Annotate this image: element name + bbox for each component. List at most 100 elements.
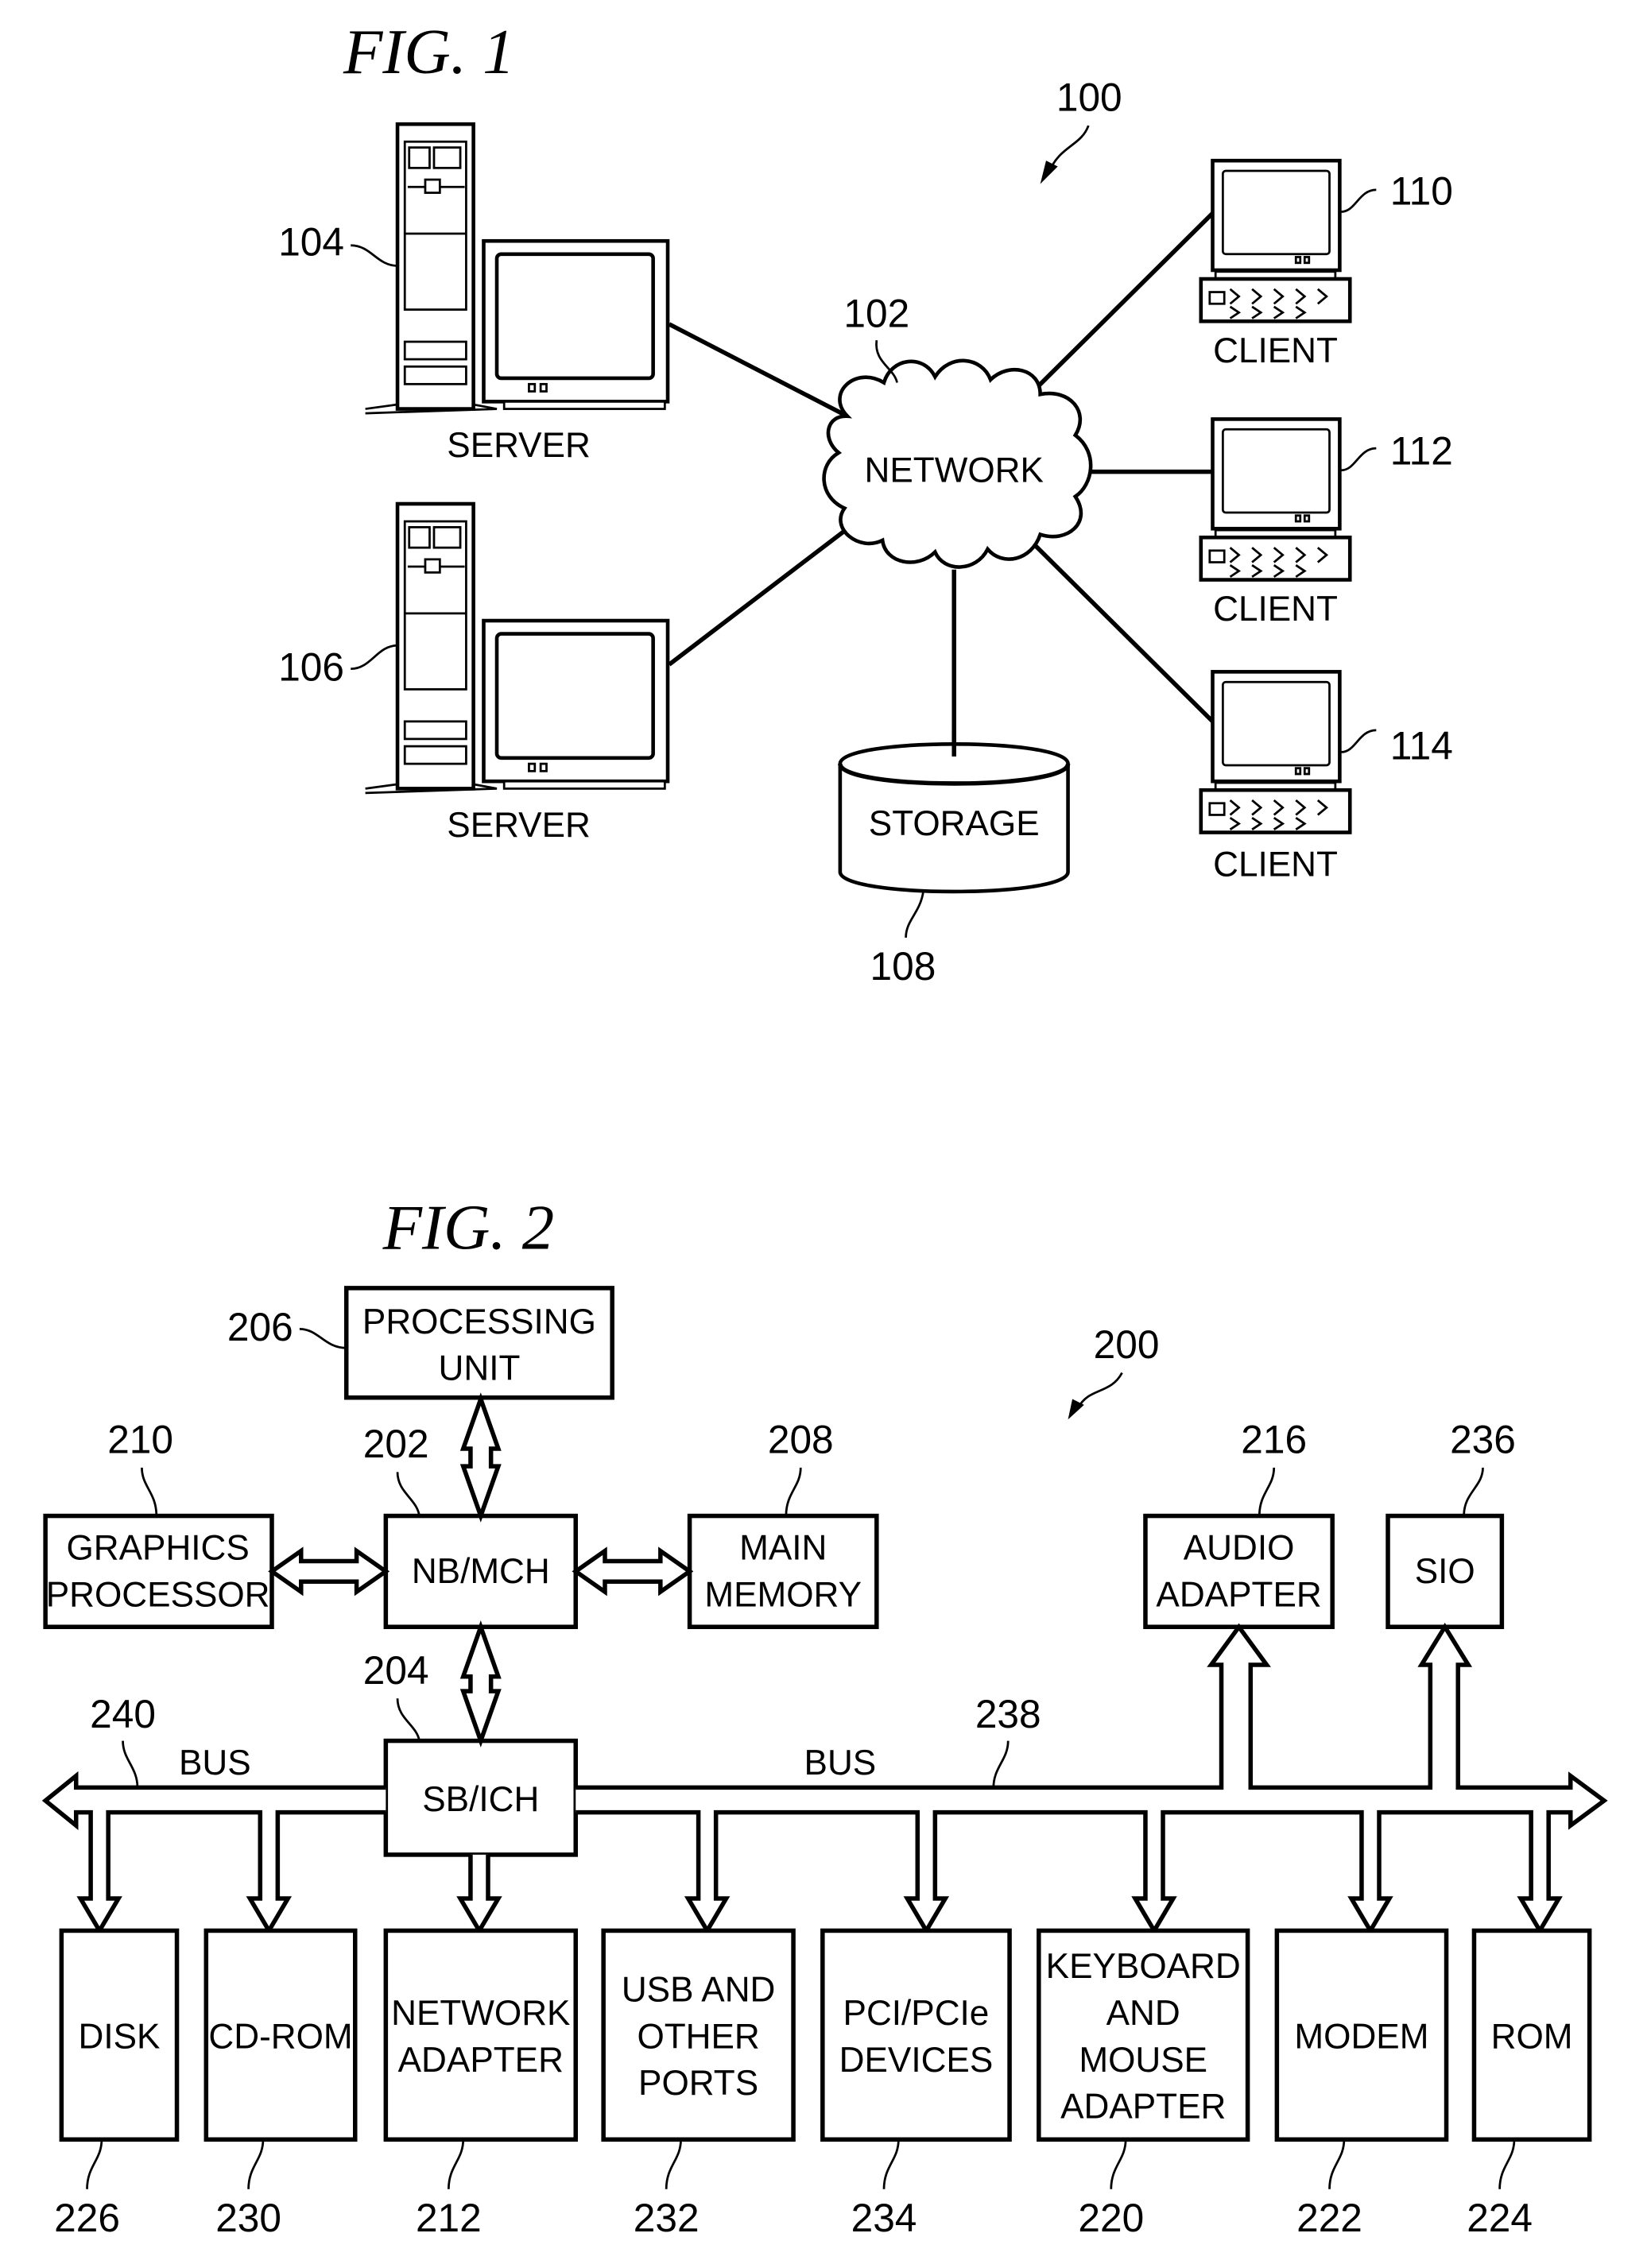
device-ref: 232 bbox=[634, 2196, 700, 2240]
client-112-label: CLIENT bbox=[1213, 590, 1338, 629]
sb-ich-label: SB/ICH bbox=[422, 1780, 539, 1819]
processing-unit-block: PROCESSING UNIT 206 bbox=[227, 1286, 614, 1400]
device-ref-leader bbox=[86, 2139, 103, 2189]
device-label-line: NETWORK bbox=[391, 1994, 570, 2033]
network-label: NETWORK bbox=[865, 451, 1044, 490]
audio-adapter-ref: 216 bbox=[1241, 1418, 1307, 1462]
fig2-system-ref: 200 bbox=[1094, 1322, 1160, 1367]
device-ref: 220 bbox=[1078, 2196, 1144, 2240]
fig2-title: FIG. 2 bbox=[382, 1192, 555, 1263]
storage-ref: 108 bbox=[870, 944, 936, 989]
main-memory-block: MAIN MEMORY 208 bbox=[687, 1418, 879, 1629]
storage-108: STORAGE 108 bbox=[838, 730, 1071, 989]
bus-left-label: BUS bbox=[179, 1744, 251, 1782]
sio-leader bbox=[1463, 1467, 1484, 1516]
device-label-line: ROM bbox=[1491, 2017, 1573, 2056]
processing-unit-line-2: UNIT bbox=[439, 1349, 521, 1388]
sio-ref: 236 bbox=[1450, 1418, 1516, 1462]
main-memory-leader bbox=[785, 1467, 802, 1516]
bus-right-arrow bbox=[576, 1622, 1608, 1935]
device-ref-leader bbox=[447, 2139, 465, 2189]
bus-right-leader bbox=[992, 1740, 1010, 1788]
patent-drawing-sheet: FIG. 1 100 NETWORK 102 104 SERVER 106 SE… bbox=[41, 17, 1608, 2240]
processing-unit-ref: 206 bbox=[227, 1305, 293, 1349]
device-block-226: DISK 226 bbox=[54, 1928, 180, 2240]
graphics-processor-block: GRAPHICS PROCESSOR 210 bbox=[43, 1418, 274, 1629]
nbmch-mem-double-arrow-icon bbox=[572, 1546, 694, 1597]
processing-unit-leader bbox=[299, 1327, 347, 1349]
audio-adapter-block: AUDIO ADAPTER 216 bbox=[1143, 1418, 1335, 1629]
storage-ref-leader bbox=[905, 890, 924, 938]
nb-mch-leader bbox=[396, 1472, 421, 1516]
pu-nbmch-double-arrow-icon bbox=[459, 1392, 502, 1523]
link-client-110 bbox=[1021, 211, 1215, 404]
client-114: 114 CLIENT bbox=[1199, 670, 1453, 884]
device-block-234: PCI/PCIe DEVICES 234 bbox=[820, 1928, 1012, 2240]
system-ref-arrowhead-icon bbox=[1040, 161, 1058, 184]
device-label-line: USB AND bbox=[622, 1971, 776, 2010]
link-server-104 bbox=[668, 322, 849, 419]
server-106-leader bbox=[351, 644, 398, 671]
device-ref: 234 bbox=[851, 2196, 917, 2240]
fig1: FIG. 1 100 NETWORK 102 104 SERVER 106 SE… bbox=[278, 17, 1453, 989]
graphics-processor-line-1: GRAPHICS bbox=[66, 1529, 249, 1568]
device-ref-leader bbox=[1328, 2139, 1346, 2189]
device-ref-leader bbox=[1110, 2139, 1127, 2189]
link-server-106 bbox=[668, 527, 849, 667]
main-memory-line-1: MAIN bbox=[739, 1529, 827, 1568]
sio-label: SIO bbox=[1415, 1552, 1475, 1591]
client-112-leader bbox=[1341, 447, 1377, 472]
fig2-system-ref-leader bbox=[1077, 1372, 1123, 1409]
server-104-ref: 104 bbox=[278, 220, 344, 265]
sb-ich-ref: 204 bbox=[363, 1648, 429, 1693]
server-monitor-icon bbox=[482, 238, 670, 410]
sbich-network-adapter-arrow-icon bbox=[456, 1854, 502, 1935]
main-memory-line-2: MEMORY bbox=[704, 1576, 862, 1615]
fig2: FIG. 2 200 PROCESSING UNIT 206 GRAPHICS … bbox=[41, 1192, 1608, 2240]
audio-adapter-leader bbox=[1258, 1467, 1276, 1516]
device-ref: 230 bbox=[215, 2196, 281, 2240]
processing-unit-line-1: PROCESSING bbox=[362, 1302, 596, 1341]
device-ref-leader bbox=[1498, 2139, 1516, 2189]
client-112-ref: 112 bbox=[1390, 428, 1453, 473]
gp-nbmch-double-arrow-icon bbox=[268, 1546, 390, 1597]
nb-mch-label: NB/MCH bbox=[412, 1552, 550, 1591]
bus-right-label: BUS bbox=[804, 1744, 877, 1782]
device-label-line: DEVICES bbox=[839, 2041, 994, 2080]
graphics-processor-leader bbox=[141, 1467, 158, 1516]
client-110-ref: 110 bbox=[1390, 168, 1453, 213]
server-104: 104 SERVER bbox=[278, 122, 670, 465]
device-block-232: USB AND OTHER PORTS 232 bbox=[601, 1928, 796, 2240]
client-110: 110 CLIENT bbox=[1199, 158, 1453, 370]
device-ref: 224 bbox=[1467, 2196, 1533, 2240]
network-cloud: NETWORK 102 bbox=[822, 292, 1093, 569]
network-ref: 102 bbox=[843, 292, 909, 336]
device-label-line: DISK bbox=[78, 2017, 160, 2056]
client-114-ref: 114 bbox=[1390, 724, 1453, 768]
device-block-212: NETWORK ADAPTER 212 bbox=[383, 1928, 579, 2240]
graphics-processor-line-2: PROCESSOR bbox=[46, 1576, 270, 1615]
server-monitor-icon bbox=[482, 618, 670, 790]
device-block-230: CD-ROM 230 bbox=[203, 1928, 358, 2240]
client-computer-icon bbox=[1199, 417, 1352, 582]
link-client-114 bbox=[1028, 539, 1215, 723]
client-114-leader bbox=[1341, 729, 1377, 753]
device-label-line: ADAPTER bbox=[1060, 2088, 1226, 2127]
device-label-line: AND bbox=[1106, 1994, 1180, 2033]
bus-left-ref: 240 bbox=[90, 1692, 156, 1736]
client-114-label: CLIENT bbox=[1213, 846, 1338, 884]
client-computer-icon bbox=[1199, 670, 1352, 834]
device-ref: 212 bbox=[416, 2196, 482, 2240]
device-box bbox=[820, 1928, 1012, 2142]
client-computer-icon bbox=[1199, 158, 1352, 323]
device-ref-leader bbox=[665, 2139, 682, 2189]
client-112: 112 CLIENT bbox=[1199, 417, 1453, 629]
server-104-label: SERVER bbox=[447, 426, 591, 465]
device-box bbox=[383, 1928, 579, 2142]
device-block-220: KEYBOARD AND MOUSE ADAPTER 220 bbox=[1037, 1928, 1250, 2240]
device-label-line: ADAPTER bbox=[398, 2041, 564, 2080]
device-ref: 226 bbox=[54, 2196, 120, 2240]
bus-right-ref: 238 bbox=[975, 1692, 1041, 1736]
nbmch-sbich-double-arrow-icon bbox=[459, 1620, 502, 1747]
server-106-label: SERVER bbox=[447, 806, 591, 845]
